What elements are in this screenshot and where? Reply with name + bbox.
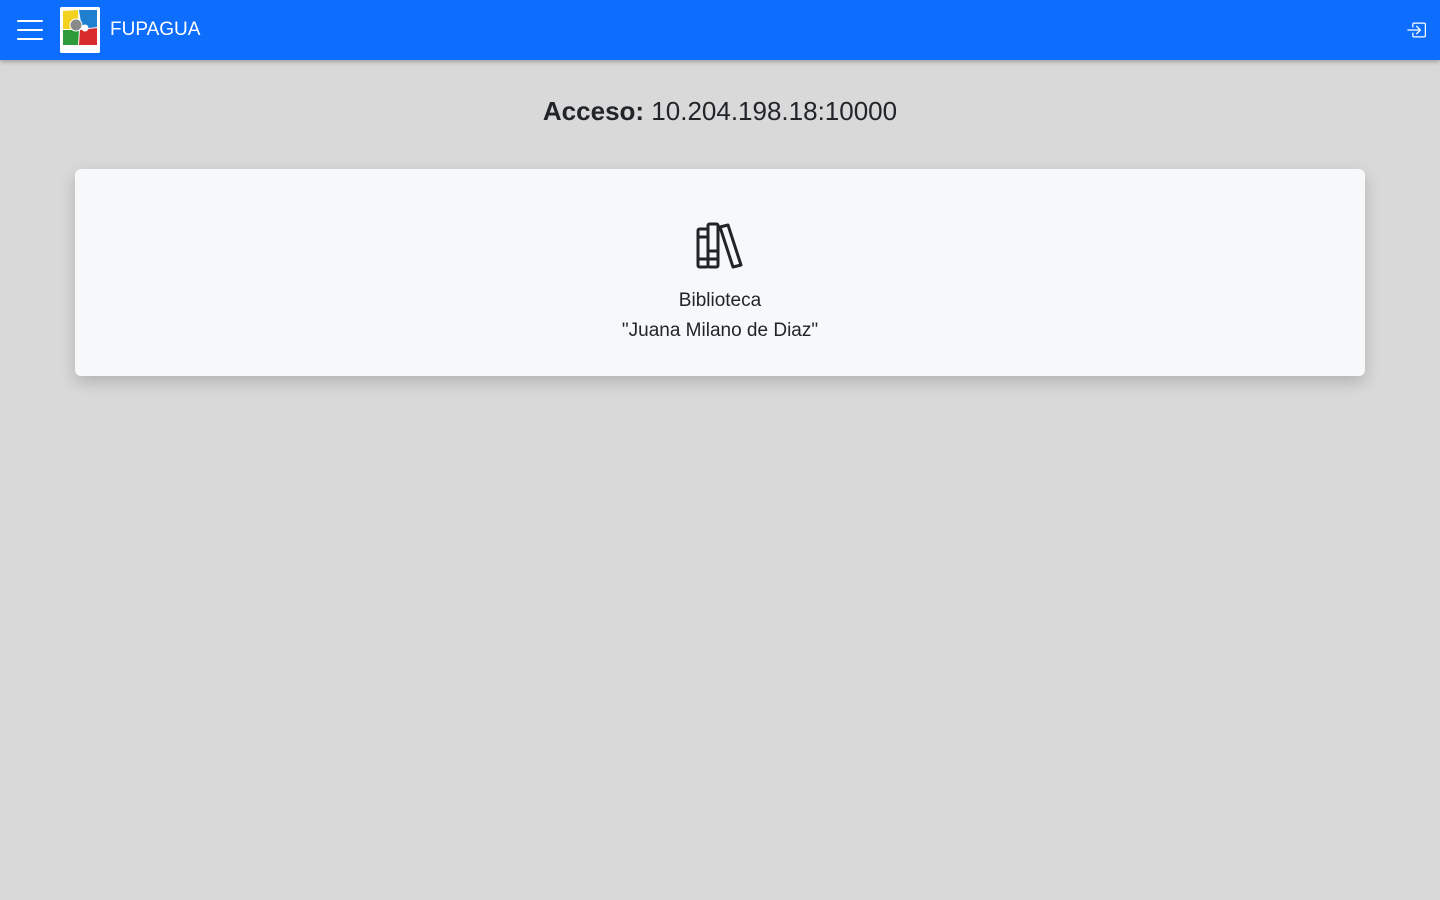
- login-icon[interactable]: [1406, 20, 1426, 40]
- access-address: 10.204.198.18:10000: [651, 96, 898, 126]
- fupagua-logo[interactable]: [60, 7, 100, 53]
- brand-name[interactable]: FUPAGUA: [110, 18, 200, 42]
- books-icon: [695, 221, 745, 269]
- card-title-line1: Biblioteca: [678, 290, 762, 311]
- hamburger-menu-icon[interactable]: [16, 17, 44, 43]
- access-label: Acceso:: [542, 96, 645, 126]
- biblioteca-card[interactable]: Biblioteca "Juana Milano de Diaz": [75, 169, 1365, 376]
- card-title-line2: "Juana Milano de Diaz": [621, 320, 819, 341]
- top-navbar: FUPAGUA: [0, 0, 1440, 60]
- access-info: Acceso: 10.204.198.18:10000: [0, 94, 1440, 128]
